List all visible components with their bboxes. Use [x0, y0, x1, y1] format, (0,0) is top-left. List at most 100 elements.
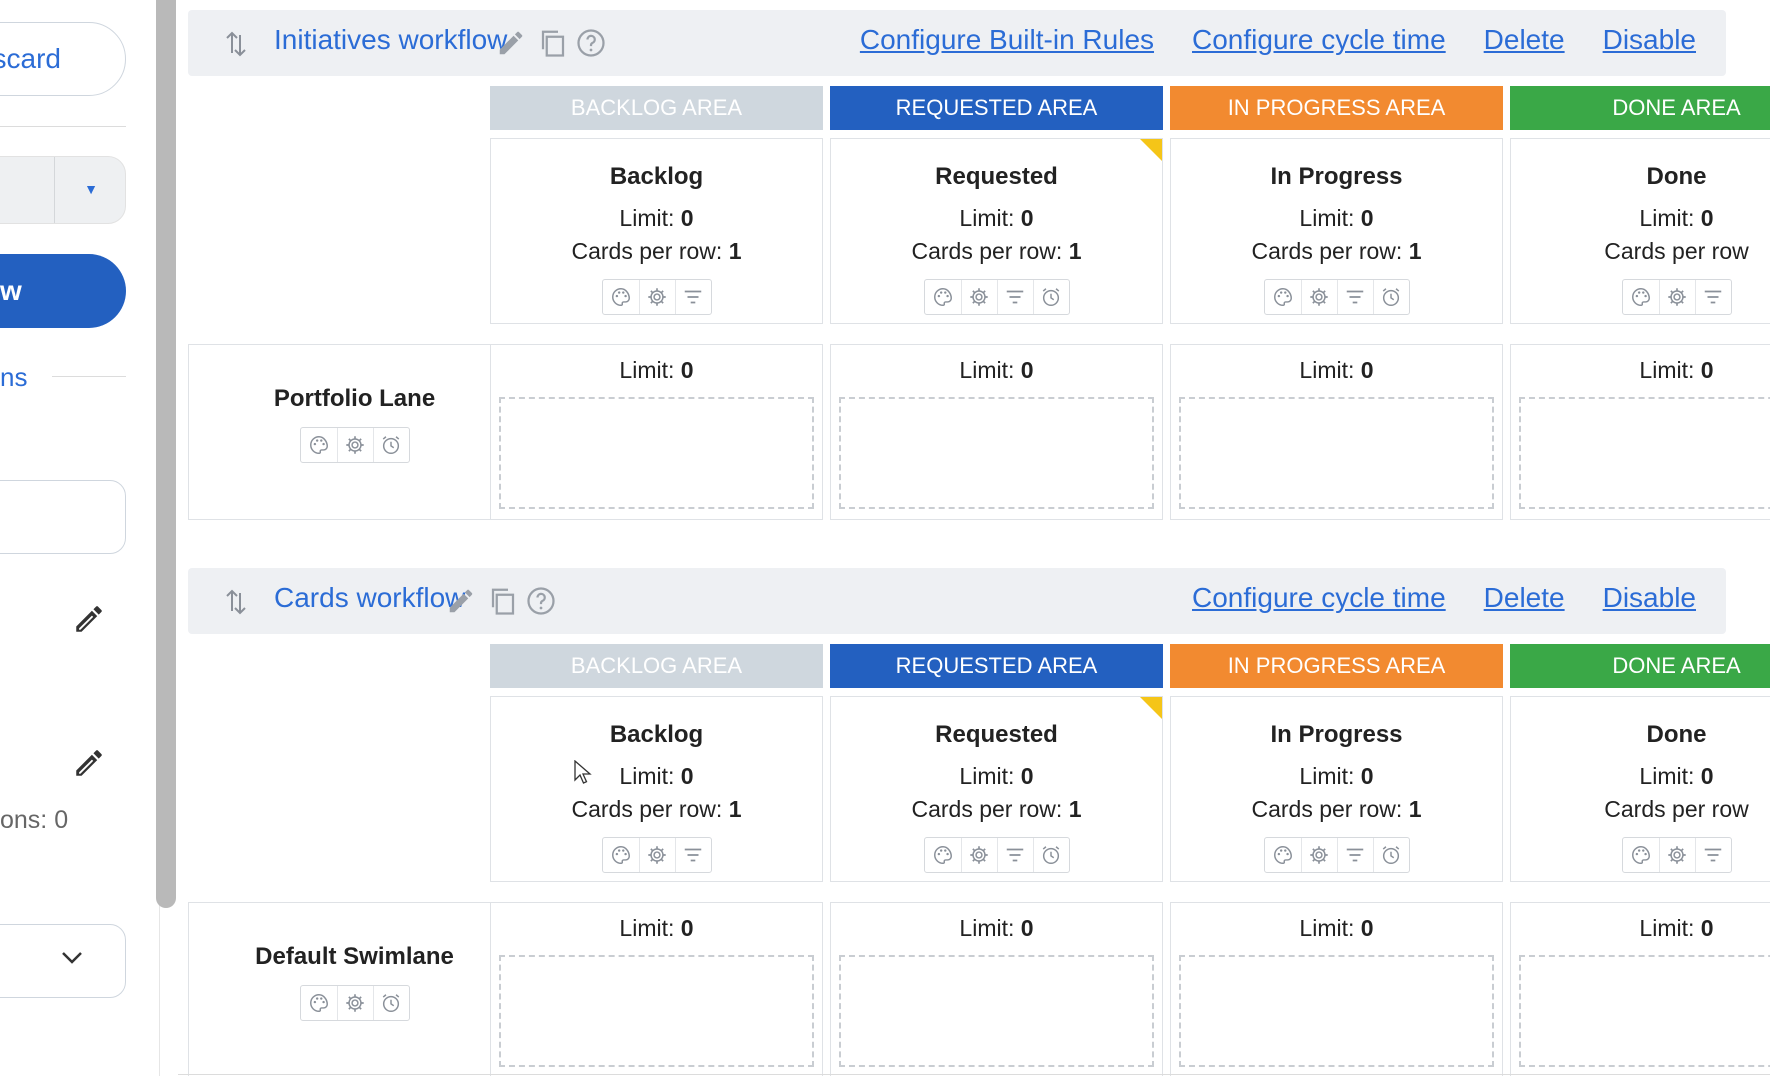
column-backlog[interactable]: Backlog Limit: 0 Cards per row: 1 — [490, 696, 823, 882]
discard-button[interactable]: scard — [0, 22, 126, 96]
card-drop-zone[interactable] — [839, 955, 1154, 1067]
palette-icon[interactable] — [1623, 280, 1659, 314]
filter-icon[interactable] — [1336, 280, 1373, 314]
help-icon[interactable] — [526, 586, 556, 616]
reorder-icon[interactable] — [224, 30, 248, 58]
disable-workflow-link[interactable]: Disable — [1603, 24, 1696, 56]
column-name: In Progress — [1270, 163, 1403, 190]
palette-icon[interactable] — [603, 280, 639, 314]
edit-icon[interactable] — [496, 28, 526, 58]
card-drop-zone[interactable] — [1519, 955, 1770, 1067]
alarm-clock-icon[interactable] — [1032, 838, 1069, 872]
configure-cycle-time-link[interactable]: Configure cycle time — [1192, 582, 1446, 614]
column-in-progress[interactable]: In Progress Limit: 0 Cards per row: 1 — [1170, 138, 1503, 324]
palette-icon[interactable] — [301, 428, 337, 462]
gear-icon[interactable] — [960, 280, 997, 314]
filter-icon[interactable] — [996, 280, 1033, 314]
copy-icon[interactable] — [488, 586, 518, 616]
column-backlog[interactable]: Backlog Limit: 0 Cards per row: 1 — [490, 138, 823, 324]
sidebar-dropdown[interactable] — [0, 924, 126, 998]
gear-icon[interactable] — [1300, 280, 1337, 314]
alarm-clock-icon[interactable] — [1032, 280, 1069, 314]
column-in-progress[interactable]: In Progress Limit: 0 Cards per row: 1 — [1170, 696, 1503, 882]
filter-icon[interactable] — [1336, 838, 1373, 872]
cell-limit: Limit: 0 — [959, 915, 1034, 941]
sidebar: scard ▼ w ns ons: 0 — [0, 0, 160, 1076]
filter-icon[interactable] — [1694, 838, 1731, 872]
card-drop-zone[interactable] — [1179, 955, 1494, 1067]
gear-icon[interactable] — [1300, 838, 1337, 872]
filter-icon[interactable] — [674, 838, 711, 872]
palette-icon[interactable] — [1265, 280, 1301, 314]
lane-cell-done[interactable]: Limit: 0 — [1510, 902, 1770, 1076]
disable-workflow-link[interactable]: Disable — [1603, 582, 1696, 614]
column-tools — [1263, 279, 1410, 315]
lane-cell-requested[interactable]: Limit: 0 — [830, 902, 1163, 1076]
column-done[interactable]: Done Limit: 0 Cards per row — [1510, 138, 1770, 324]
workflow-actions: Configure cycle time Delete Disable — [1192, 582, 1696, 614]
lane-cell-in-progress[interactable]: Limit: 0 — [1170, 344, 1503, 520]
column-name: Requested — [935, 163, 1058, 190]
caret-down-icon[interactable]: ▼ — [81, 179, 101, 199]
column-tools — [1621, 837, 1732, 873]
delete-workflow-link[interactable]: Delete — [1484, 24, 1565, 56]
lane-cell-requested[interactable]: Limit: 0 — [830, 344, 1163, 520]
configure-built-in-rules-link[interactable]: Configure Built-in Rules — [860, 24, 1154, 56]
sidebar-text-field[interactable] — [0, 480, 126, 554]
column-requested[interactable]: Requested Limit: 0 Cards per row: 1 — [830, 138, 1163, 324]
edit-icon[interactable] — [446, 586, 476, 616]
sidebar-section-title: ns — [0, 362, 28, 392]
cell-limit: Limit: 0 — [619, 357, 694, 383]
palette-icon[interactable] — [603, 838, 639, 872]
card-drop-zone[interactable] — [499, 397, 814, 509]
swimlane-header[interactable]: Portfolio Lane — [188, 344, 521, 520]
gear-icon[interactable] — [960, 838, 997, 872]
gear-icon[interactable] — [336, 428, 373, 462]
filter-icon[interactable] — [1694, 280, 1731, 314]
palette-icon[interactable] — [1623, 838, 1659, 872]
column-done[interactable]: Done Limit: 0 Cards per row — [1510, 696, 1770, 882]
lane-cell-backlog[interactable]: Limit: 0 — [490, 344, 823, 520]
palette-icon[interactable] — [925, 838, 961, 872]
configure-cycle-time-link[interactable]: Configure cycle time — [1192, 24, 1446, 56]
swimlane-header[interactable]: Default Swimlane — [188, 902, 521, 1076]
reorder-icon[interactable] — [224, 588, 248, 616]
column-requested[interactable]: Requested Limit: 0 Cards per row: 1 — [830, 696, 1163, 882]
area-header-backlog: BACKLOG AREA — [490, 86, 823, 130]
alarm-clock-icon[interactable] — [1372, 280, 1409, 314]
filter-icon[interactable] — [674, 280, 711, 314]
alarm-clock-icon[interactable] — [372, 986, 409, 1020]
pencil-icon[interactable] — [72, 602, 106, 636]
delete-workflow-link[interactable]: Delete — [1484, 582, 1565, 614]
card-drop-zone[interactable] — [499, 955, 814, 1067]
area-header-in-progress: IN PROGRESS AREA — [1170, 644, 1503, 688]
help-icon[interactable] — [576, 28, 606, 58]
palette-icon[interactable] — [925, 280, 961, 314]
column-tools — [923, 837, 1070, 873]
gear-icon[interactable] — [336, 986, 373, 1020]
lane-cell-in-progress[interactable]: Limit: 0 — [1170, 902, 1503, 1076]
filter-icon[interactable] — [996, 838, 1033, 872]
lane-cell-backlog[interactable]: Limit: 0 — [490, 902, 823, 1076]
pencil-icon[interactable] — [72, 746, 106, 780]
column-limit: Limit: 0 — [619, 205, 694, 231]
vertical-scrollbar[interactable] — [156, 0, 176, 908]
card-drop-zone[interactable] — [1179, 397, 1494, 509]
palette-icon[interactable] — [1265, 838, 1301, 872]
copy-icon[interactable] — [538, 28, 568, 58]
lane-cell-done[interactable]: Limit: 0 — [1510, 344, 1770, 520]
alarm-clock-icon[interactable] — [1372, 838, 1409, 872]
card-drop-zone[interactable] — [1519, 397, 1770, 509]
cell-limit: Limit: 0 — [1299, 357, 1374, 383]
gear-icon[interactable] — [1658, 280, 1695, 314]
gear-icon[interactable] — [638, 838, 675, 872]
card-drop-zone[interactable] — [839, 397, 1154, 509]
column-tools — [923, 279, 1070, 315]
sidebar-select[interactable]: ▼ — [0, 156, 126, 224]
palette-icon[interactable] — [301, 986, 337, 1020]
sidebar-primary-button[interactable]: w — [0, 254, 126, 328]
gear-icon[interactable] — [638, 280, 675, 314]
alarm-clock-icon[interactable] — [372, 428, 409, 462]
cell-limit: Limit: 0 — [1299, 915, 1374, 941]
gear-icon[interactable] — [1658, 838, 1695, 872]
